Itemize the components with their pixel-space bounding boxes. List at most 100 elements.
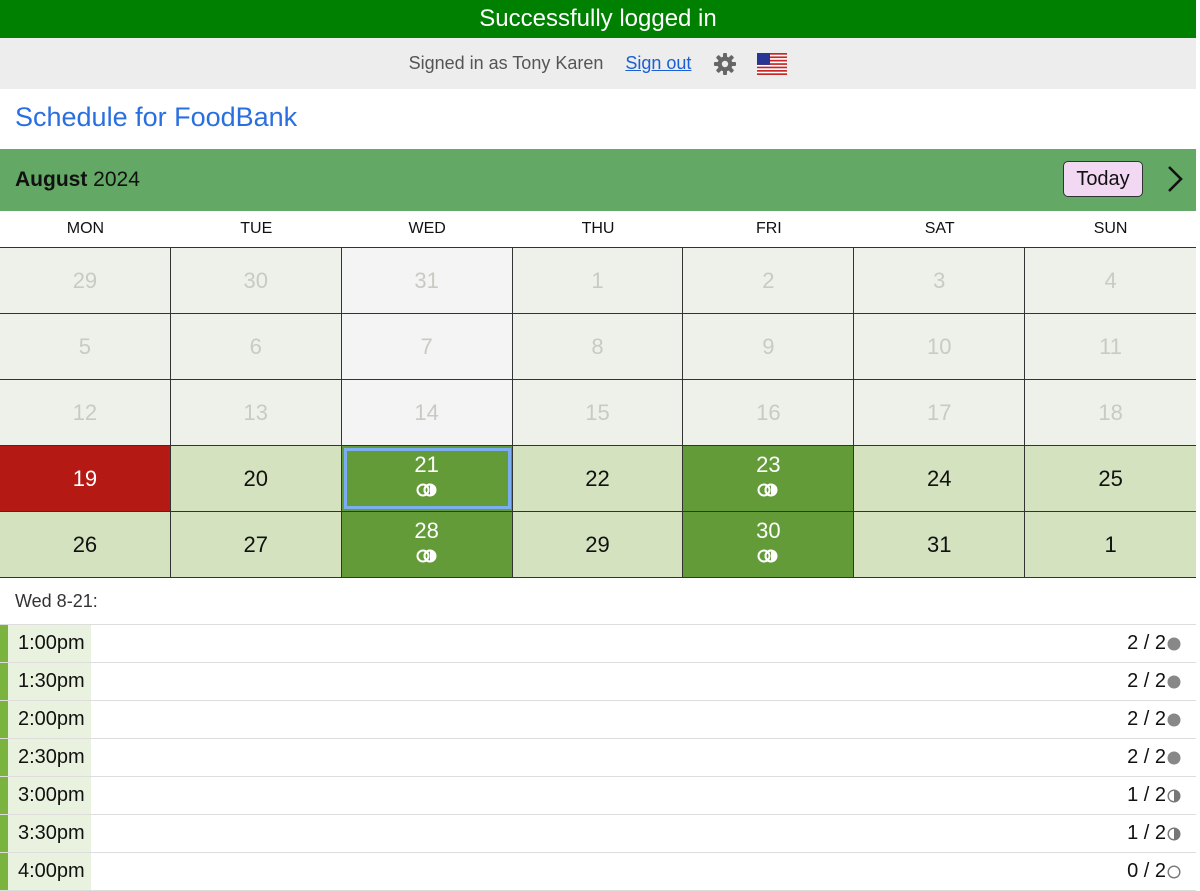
- calendar-day-cell[interactable]: 29: [512, 512, 684, 577]
- slot-fill-count: 2 / 2: [1127, 746, 1166, 768]
- day-number: 13: [243, 399, 269, 425]
- slot-time[interactable]: 1:30pm: [8, 663, 91, 700]
- calendar-day-cell[interactable]: 28: [341, 512, 513, 577]
- chevron-right-icon[interactable]: [1162, 164, 1188, 194]
- slot-time[interactable]: 3:30pm: [8, 815, 91, 852]
- login-success-banner: Successfully logged in: [0, 0, 1196, 38]
- calendar-day-cell[interactable]: 20: [170, 446, 342, 511]
- slot-time[interactable]: 1:00pm: [8, 625, 91, 662]
- slot-accent-bar: [0, 625, 8, 662]
- day-number: 10: [926, 333, 952, 359]
- day-number: 26: [72, 531, 98, 557]
- slot-time[interactable]: 2:30pm: [8, 739, 91, 776]
- shift-toggle-icon: [757, 477, 779, 503]
- calendar-day-cell[interactable]: 26: [0, 512, 171, 577]
- calendar-day-cell: 30: [170, 248, 342, 313]
- page-title: Schedule for FoodBank: [15, 102, 298, 132]
- calendar-day-cell: 4: [1025, 248, 1197, 313]
- today-button[interactable]: Today: [1063, 161, 1143, 197]
- month-header: August 2024 Today: [0, 149, 1196, 211]
- slot-time[interactable]: 4:00pm: [8, 853, 91, 890]
- calendar-day-cell: 9: [683, 314, 855, 379]
- day-number: 21: [414, 452, 439, 477]
- day-number: 27: [243, 531, 269, 557]
- calendar-day-cell: 13: [170, 380, 342, 445]
- us-flag-icon[interactable]: [757, 52, 788, 75]
- time-slot-row[interactable]: 1:30pm 2 / 2: [0, 663, 1196, 701]
- weekday-tue: TUE: [240, 220, 273, 237]
- calendar-day-cell: 6: [170, 314, 342, 379]
- gear-icon[interactable]: [713, 52, 737, 76]
- calendar-day-cell: 15: [512, 380, 684, 445]
- calendar-day-cell: 1: [512, 248, 684, 313]
- day-number: 15: [585, 399, 610, 425]
- slot-time[interactable]: 3:00pm: [8, 777, 91, 814]
- day-number: 25: [1098, 465, 1123, 491]
- day-number: 22: [585, 465, 610, 491]
- calendar-day-cell[interactable]: 22: [512, 446, 684, 511]
- calendar-day-cell[interactable]: 1: [1025, 512, 1197, 577]
- calendar-day-cell: 11: [1025, 314, 1197, 379]
- slot-accent-bar: [0, 815, 8, 852]
- calendar-week-row: 19 20 21 22 23 24 25: [0, 446, 1197, 512]
- slot-accent-bar: [0, 853, 8, 890]
- calendar-day-cell[interactable]: 23: [683, 446, 855, 511]
- weekday-fri: FRI: [755, 220, 782, 237]
- calendar-day-cell: 10: [854, 314, 1026, 379]
- banner-message: Successfully logged in: [479, 5, 717, 32]
- day-number: 8: [591, 333, 604, 359]
- slot-status-icon: [1167, 788, 1181, 803]
- calendar-day-cell: 3: [854, 248, 1026, 313]
- time-slot-row[interactable]: 3:30pm 1 / 2: [0, 815, 1196, 853]
- calendar-day-cell: 31: [341, 248, 513, 313]
- slot-time[interactable]: 2:00pm: [8, 701, 91, 738]
- shift-toggle-icon: [416, 543, 438, 569]
- day-number: 1: [1104, 531, 1117, 557]
- slot-accent-bar: [0, 663, 8, 700]
- calendar-day-cell[interactable]: 25: [1025, 446, 1197, 511]
- day-number: 18: [1098, 399, 1123, 425]
- day-number: 20: [243, 465, 269, 491]
- calendar-day-cell[interactable]: 27: [170, 512, 342, 577]
- slot-status-icon: [1167, 864, 1181, 879]
- time-slot-row[interactable]: 3:00pm 1 / 2: [0, 777, 1196, 815]
- calendar-day-cell: 29: [0, 248, 171, 313]
- calendar-day-cell: 14: [341, 380, 513, 445]
- calendar-day-cell: 5: [0, 314, 171, 379]
- day-number: 12: [72, 399, 98, 425]
- day-number: 6: [249, 333, 262, 359]
- time-slot-row[interactable]: 2:00pm 2 / 2: [0, 701, 1196, 739]
- day-number: 28: [414, 518, 439, 543]
- day-number: 30: [243, 267, 269, 293]
- calendar-grid: 29 30 31 1 2 3 4 5 6 7 8 9 10 11 12 13 14 15 16 17 18 19 20 21 2…: [0, 247, 1197, 578]
- calendar-day-cell[interactable]: 24: [854, 446, 1026, 511]
- day-number: 7: [420, 333, 433, 359]
- calendar-day-cell: 12: [0, 380, 171, 445]
- weekday-sat: SAT: [924, 220, 955, 237]
- day-number: 29: [72, 267, 98, 293]
- day-number: 16: [756, 399, 781, 425]
- day-number: 24: [926, 465, 952, 491]
- day-number: 4: [1104, 267, 1117, 293]
- calendar-day-cell: 8: [512, 314, 684, 379]
- calendar-day-cell[interactable]: 30: [683, 512, 855, 577]
- calendar-day-cell[interactable]: 21: [341, 446, 513, 511]
- weekday-mon: MON: [66, 220, 105, 237]
- calendar-day-cell: 18: [1025, 380, 1197, 445]
- slot-fill-count: 2 / 2: [1127, 670, 1166, 692]
- time-slot-row[interactable]: 4:00pm 0 / 2: [0, 853, 1196, 891]
- calendar-week-row: 5 6 7 8 9 10 11: [0, 314, 1197, 380]
- day-number: 31: [926, 531, 952, 557]
- calendar-day-cell: 7: [341, 314, 513, 379]
- slot-fill-count: 2 / 2: [1127, 708, 1166, 730]
- time-slot-row[interactable]: 2:30pm 2 / 2: [0, 739, 1196, 777]
- shift-toggle-icon: [416, 477, 438, 503]
- time-slot-row[interactable]: 1:00pm 2 / 2: [0, 625, 1196, 663]
- calendar-day-cell[interactable]: 31: [854, 512, 1026, 577]
- calendar-day-cell: 17: [854, 380, 1026, 445]
- slot-status-icon: [1167, 713, 1181, 727]
- slot-fill-count: 1 / 2: [1127, 822, 1166, 844]
- calendar-day-cell: 2: [683, 248, 855, 313]
- sign-out-link[interactable]: Sign out: [625, 53, 691, 74]
- calendar-day-cell[interactable]: 19: [0, 446, 171, 511]
